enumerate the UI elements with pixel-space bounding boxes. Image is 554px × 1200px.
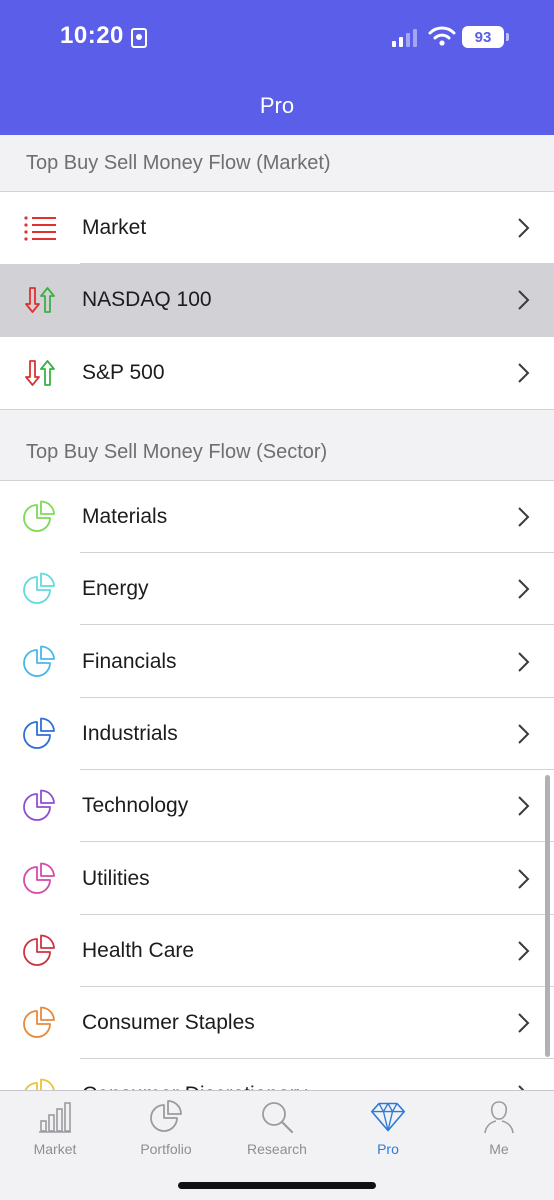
- content-list[interactable]: Top Buy Sell Money Flow (Market) Market …: [0, 135, 554, 1090]
- pie-chart-icon: [22, 571, 58, 607]
- chevron-right-icon: [518, 724, 530, 744]
- list-item-label: Health Care: [82, 938, 195, 962]
- list-item-materials[interactable]: Materials: [0, 480, 554, 554]
- pie-chart-icon: [22, 788, 58, 824]
- contact-card-icon: [131, 28, 147, 48]
- wifi-icon: [428, 26, 456, 46]
- pie-chart-icon: [22, 1005, 58, 1041]
- tab-label: Portfolio: [140, 1141, 192, 1157]
- tab-market[interactable]: Market: [0, 1099, 110, 1161]
- pie-chart-icon: [22, 716, 58, 752]
- list-icon: [22, 210, 58, 246]
- diamond-icon: [370, 1102, 406, 1132]
- chevron-right-icon: [518, 796, 530, 816]
- list-item-label: Technology: [82, 794, 189, 818]
- list-item-market[interactable]: Market: [0, 192, 554, 265]
- list-item-label: Utilities: [82, 866, 150, 890]
- tab-label: Me: [489, 1141, 509, 1157]
- bar-chart-icon: [39, 1102, 71, 1133]
- list-item-health-care[interactable]: Health Care: [0, 914, 554, 988]
- tab-portfolio[interactable]: Portfolio: [111, 1099, 221, 1161]
- list-item-consumer-staples[interactable]: Consumer Staples: [0, 986, 554, 1060]
- pie-chart-icon: [22, 644, 58, 680]
- pie-chart-icon: [150, 1100, 182, 1132]
- list-item-consumer-discretionary[interactable]: Consumer Discretionary: [0, 1059, 554, 1090]
- chevron-right-icon: [518, 1013, 530, 1033]
- list-item-sp-500[interactable]: S&P 500: [0, 336, 554, 409]
- scrollbar[interactable]: [545, 775, 550, 1057]
- chevron-right-icon: [518, 363, 530, 383]
- tab-me[interactable]: Me: [444, 1099, 554, 1161]
- arrows-updown-icon: [22, 355, 58, 391]
- list-item-financials[interactable]: Financials: [0, 625, 554, 699]
- cellular-signal-icon: [392, 29, 417, 47]
- chevron-right-icon: [518, 868, 530, 889]
- list-item-technology[interactable]: Technology: [0, 770, 554, 843]
- list-item-label: Market: [82, 216, 147, 240]
- status-time: 10:20: [60, 22, 124, 49]
- battery-level: 93: [474, 28, 492, 46]
- list-item-nasdaq-100[interactable]: NASDAQ 100: [0, 264, 554, 337]
- chevron-right-icon: [518, 507, 530, 527]
- tab-research[interactable]: Research: [222, 1099, 332, 1161]
- list-item-label: Financials: [82, 649, 177, 673]
- sector-list: Materials Energy Financials Industrials Tech…: [0, 480, 554, 1090]
- section-header-market: Top Buy Sell Money Flow (Market): [0, 135, 554, 192]
- battery-icon: 93: [462, 26, 509, 48]
- tab-label: Pro: [377, 1141, 399, 1157]
- home-indicator: [178, 1182, 376, 1189]
- pie-chart-icon: [22, 933, 58, 969]
- tab-pro[interactable]: Pro: [333, 1099, 443, 1161]
- chevron-right-icon: [518, 651, 530, 672]
- list-item-label: S&P 500: [82, 360, 165, 384]
- list-item-energy[interactable]: Energy: [0, 553, 554, 626]
- list-item-label: Consumer Discretionary: [82, 1083, 307, 1090]
- market-list: Market NASDAQ 100 S&P 500: [0, 192, 554, 409]
- list-item-label: Energy: [82, 577, 149, 601]
- tab-label: Research: [247, 1141, 307, 1157]
- header: 10:20 93 Pro: [0, 0, 554, 135]
- pie-chart-icon: [22, 499, 58, 535]
- section-header-sector: Top Buy Sell Money Flow (Sector): [0, 408, 554, 481]
- list-item-industrials[interactable]: Industrials: [0, 697, 554, 771]
- chevron-right-icon: [518, 579, 530, 600]
- list-item-label: Consumer Staples: [82, 1011, 255, 1035]
- page-title: Pro: [259, 93, 295, 118]
- magnifier-icon: [262, 1102, 294, 1134]
- tab-label: Market: [33, 1141, 77, 1157]
- chevron-right-icon: [518, 290, 530, 311]
- list-item-label: Industrials: [82, 721, 178, 745]
- chevron-right-icon: [518, 941, 530, 961]
- list-item-label: NASDAQ 100: [82, 288, 212, 312]
- list-item-label: Materials: [82, 505, 168, 529]
- chevron-right-icon: [518, 218, 530, 238]
- status-bar: 10:20 93: [0, 0, 554, 75]
- pie-chart-icon: [22, 1077, 58, 1090]
- person-icon: [484, 1101, 514, 1134]
- list-item-utilities[interactable]: Utilities: [0, 842, 554, 915]
- arrows-updown-icon: [22, 282, 58, 318]
- pie-chart-icon: [22, 861, 58, 897]
